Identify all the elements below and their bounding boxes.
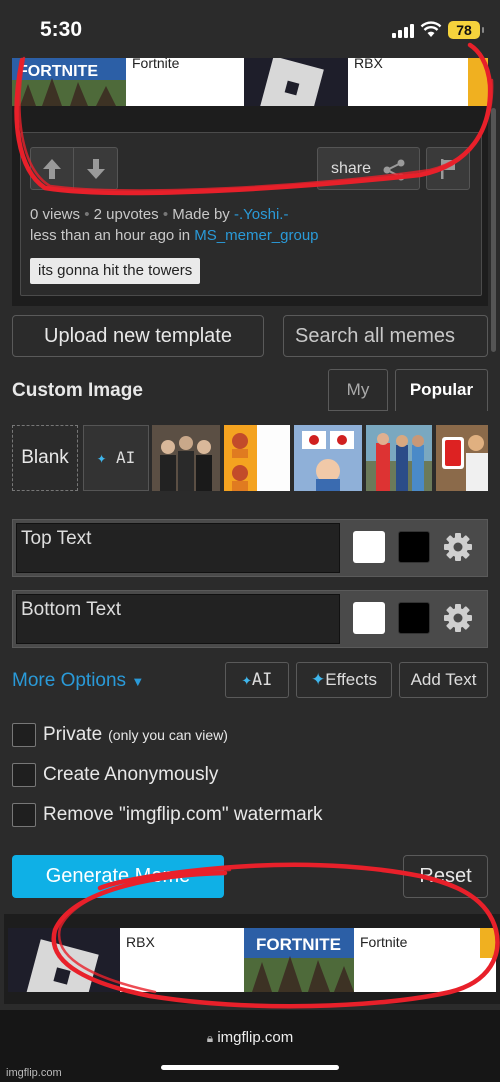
template-card-rbx[interactable]: RBX (8, 928, 238, 992)
sparkle-icon: ✦ (241, 670, 252, 690)
status-time: 5:30 (40, 18, 83, 41)
flag-icon (441, 158, 455, 179)
author-link[interactable]: -.Yoshi.- (234, 206, 288, 223)
custom-image-heading: Custom Image (12, 380, 143, 401)
template-thumbnail[interactable] (224, 425, 290, 491)
reset-button[interactable]: Reset (403, 855, 488, 898)
scrollbar[interactable] (491, 108, 496, 352)
roblox-thumbnail (8, 928, 120, 992)
downvote-button[interactable] (74, 148, 117, 189)
flag-button[interactable] (426, 147, 470, 190)
template-title: Fortnite (360, 934, 408, 950)
outline-color-swatch[interactable] (398, 602, 430, 634)
ai-label: AI (251, 670, 273, 690)
sparkle-icon: ✦ (96, 448, 107, 467)
view-count: 0 views (30, 206, 81, 223)
upvote-button[interactable] (31, 148, 74, 189)
next-thumbnail-edge (480, 928, 496, 958)
arrow-down-icon (86, 158, 105, 179)
gear-icon[interactable] (443, 532, 473, 562)
share-label: share (331, 160, 372, 177)
text-color-swatch[interactable] (353, 531, 385, 563)
fortnite-thumbnail: FORTNITE (12, 58, 126, 106)
effects-button[interactable]: ✦Effects (296, 662, 392, 698)
template-thumbnail[interactable] (294, 425, 362, 491)
status-bar: 5:30 78 (0, 0, 500, 58)
battery-indicator: 78 (448, 21, 484, 39)
anonymous-checkbox-row[interactable]: Create Anonymously (12, 763, 218, 787)
template-picker-row: Blank ✦ AI (12, 425, 488, 491)
post-tag[interactable]: its gonna hit the towers (30, 258, 201, 284)
top-text-row: Top Text (12, 519, 488, 577)
ai-label: AI (116, 448, 136, 467)
more-options-label: More Options (12, 670, 127, 691)
upload-template-button[interactable]: Upload new template (12, 315, 264, 357)
signal-icon (392, 24, 414, 38)
tab-popular[interactable]: Popular (395, 369, 488, 411)
anonymous-checkbox[interactable] (12, 763, 36, 787)
arrow-up-icon (43, 158, 61, 179)
more-options-toggle[interactable]: More Options ▼ (12, 670, 144, 692)
wifi-icon (420, 21, 442, 37)
lock-icon: 🔒︎ (206, 1031, 214, 1045)
search-memes-input[interactable]: Search all memes (283, 315, 488, 357)
stream-link[interactable]: MS_memer_group (194, 227, 318, 244)
template-card-fortnite[interactable]: FORTNITE Fortnite (12, 58, 240, 106)
upvote-count: 2 upvotes (93, 206, 159, 223)
template-thumbnail[interactable] (366, 425, 432, 491)
bottom-template-strip[interactable]: RBX FORTNITE Fortnite (8, 928, 496, 992)
vote-buttons (30, 147, 118, 190)
watermark-checkbox[interactable] (12, 803, 36, 827)
caret-down-icon: ▼ (131, 674, 145, 689)
home-indicator[interactable] (161, 1065, 339, 1070)
watermark-label: Remove "imgflip.com" watermark (43, 804, 323, 825)
private-note: (only you can view) (108, 727, 228, 743)
anonymous-label: Create Anonymously (43, 764, 219, 785)
template-card-fortnite[interactable]: FORTNITE Fortnite (244, 928, 496, 992)
watermark-checkbox-row[interactable]: Remove "imgflip.com" watermark (12, 803, 323, 827)
template-title: Fortnite (132, 58, 180, 71)
private-label: Private (43, 724, 103, 745)
private-checkbox[interactable] (12, 723, 36, 747)
share-icon (383, 159, 405, 181)
add-text-button[interactable]: Add Text (399, 662, 488, 698)
template-thumbnail[interactable] (436, 425, 488, 491)
ai-template-button[interactable]: ✦ AI (83, 425, 149, 491)
share-button[interactable]: share (317, 147, 420, 190)
top-template-strip[interactable]: FORTNITE Fortnite RBX (12, 58, 488, 106)
imgflip-watermark: imgflip.com (6, 1067, 62, 1079)
bottom-text-row: Bottom Text (12, 590, 488, 648)
tab-my[interactable]: My (328, 369, 388, 411)
made-by-label: Made by (172, 206, 230, 223)
fortnite-thumbnail: FORTNITE (244, 928, 354, 992)
post-time: less than an hour ago in MS_memer_group (30, 227, 319, 244)
roblox-thumbnail (244, 58, 348, 106)
time-label: less than an hour ago in (30, 227, 191, 244)
outline-color-swatch[interactable] (398, 531, 430, 563)
bottom-text-input[interactable]: Bottom Text (16, 594, 340, 644)
gear-icon[interactable] (443, 603, 473, 633)
fortnite-logo-text: FORTNITE (18, 63, 98, 80)
text-color-swatch[interactable] (353, 602, 385, 634)
top-text-input[interactable]: Top Text (16, 523, 340, 573)
private-checkbox-row[interactable]: Private (only you can view) (12, 723, 228, 747)
next-thumbnail-edge (468, 58, 488, 106)
fortnite-logo-text: FORTNITE (256, 935, 341, 954)
sparkle-icon: ✦ (311, 670, 326, 689)
template-card-rbx[interactable]: RBX (244, 58, 488, 106)
generate-meme-button[interactable]: Generate Meme (12, 855, 224, 898)
url-text: imgflip.com (217, 1029, 294, 1046)
ai-text-button[interactable]: ✦AI (225, 662, 289, 698)
post-stats: 0 views • 2 upvotes • Made by -.Yoshi.- (30, 206, 289, 223)
browser-bar (0, 1010, 500, 1082)
address-bar[interactable]: 🔒︎ imgflip.com (0, 1029, 500, 1046)
template-title: RBX (354, 58, 383, 71)
template-title: RBX (126, 934, 155, 950)
blank-template-button[interactable]: Blank (12, 425, 78, 491)
template-thumbnail[interactable] (152, 425, 220, 491)
effects-label: Effects (325, 670, 377, 689)
